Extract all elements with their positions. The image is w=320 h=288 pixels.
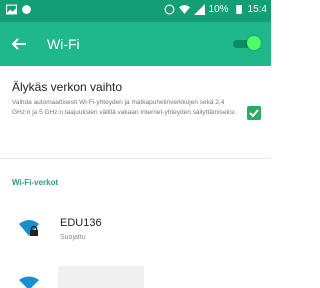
divider [0, 158, 271, 159]
page-title: Wi-Fi [47, 36, 80, 52]
blurred-network-name [58, 266, 144, 288]
mute-icon [164, 4, 174, 15]
battery-percent: 10% [208, 4, 229, 15]
wifi-signal-icon [19, 276, 39, 288]
app-bar: Wi-Fi [0, 22, 271, 66]
smart-network-switch-title: Älykäs verkon vaihto [12, 80, 123, 94]
checkmark-icon [249, 109, 259, 118]
signal-icon [193, 4, 205, 15]
network-status: Suojattu [60, 234, 86, 241]
wifi-networks-header: Wi-Fi-verkot [12, 178, 59, 187]
notification-icon [22, 5, 31, 14]
smart-network-switch-description: Vaihda automaattisesti Wi-Fi-yhteyden ja… [12, 99, 237, 116]
status-time: 15:4 [247, 4, 267, 15]
smart-network-switch-row[interactable]: Älykäs verkon vaihto Vaihda automaattise… [0, 70, 271, 156]
network-list-item[interactable]: EDU136 Suojattu [0, 208, 271, 254]
status-right: 10% 15:4 [164, 4, 267, 15]
wifi-toggle-thumb [247, 36, 261, 50]
battery-icon [235, 5, 242, 14]
back-arrow-icon[interactable] [10, 35, 28, 53]
status-left [6, 4, 32, 15]
wifi-signal-lock-icon [19, 220, 39, 236]
wifi-status-icon [178, 5, 190, 14]
status-bar: 10% 15:4 [0, 0, 271, 22]
smart-network-switch-checkbox[interactable] [247, 106, 261, 120]
gallery-icon [6, 4, 17, 15]
wifi-toggle[interactable] [233, 36, 261, 50]
network-list-item-partial[interactable] [0, 262, 271, 288]
network-name: EDU136 [60, 217, 102, 229]
